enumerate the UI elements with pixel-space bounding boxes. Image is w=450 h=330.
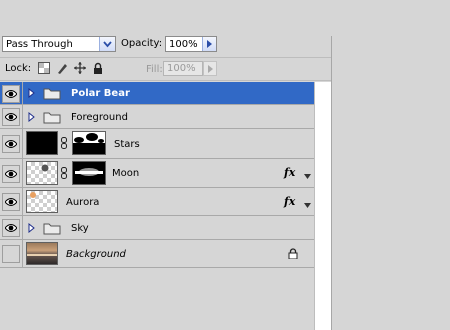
layers-list: Polar Bear Foreground Stars Moon fx Auro… — [0, 82, 331, 330]
layer-name[interactable]: Foreground — [71, 112, 128, 123]
layer-name[interactable]: Aurora — [66, 197, 99, 208]
eye-visibility-toggle[interactable] — [2, 245, 20, 263]
layer-mask-thumbnail[interactable] — [72, 131, 106, 155]
blend-mode-dropdown[interactable]: Pass Through — [2, 36, 116, 52]
lock-icon — [288, 248, 298, 262]
fx-icon[interactable]: fx — [284, 166, 295, 179]
chevron-down-icon[interactable] — [304, 171, 311, 182]
folder-icon — [43, 87, 61, 103]
opacity-value: 100% — [169, 39, 198, 50]
blend-opacity-row: Pass Through Opacity: 100% — [0, 36, 331, 55]
divider — [22, 82, 23, 104]
fill-slider-button[interactable] — [203, 61, 217, 76]
chevron-down-icon[interactable] — [99, 37, 115, 51]
folder-icon — [43, 222, 61, 238]
eye-icon[interactable] — [2, 165, 20, 183]
fx-icon[interactable]: fx — [284, 195, 295, 208]
lock-fill-row: Lock: Fill: 100% — [0, 61, 331, 79]
panel-edge — [331, 36, 332, 330]
eye-icon[interactable] — [2, 108, 20, 126]
divider — [22, 159, 23, 187]
lock-all-icon[interactable] — [92, 62, 104, 74]
divider — [0, 80, 331, 81]
eye-icon[interactable] — [2, 219, 20, 237]
divider — [22, 216, 23, 239]
lock-position-icon[interactable] — [74, 62, 86, 74]
layer-row[interactable]: Moon fx — [0, 159, 314, 188]
layer-row[interactable]: Aurora fx — [0, 188, 314, 216]
chain-link-icon[interactable] — [61, 167, 67, 182]
fill-field[interactable]: 100% — [163, 61, 203, 76]
layer-name[interactable]: Background — [66, 249, 126, 260]
opacity-slider-button[interactable] — [202, 37, 216, 51]
eye-icon[interactable] — [2, 135, 20, 153]
layer-thumbnail[interactable] — [26, 242, 58, 265]
layers-panel: Pass Through Opacity: 100% Lock: Fill: 1… — [0, 0, 331, 330]
eye-icon[interactable] — [2, 85, 20, 103]
layer-thumbnail[interactable] — [26, 190, 58, 213]
layer-thumbnail[interactable] — [26, 131, 58, 155]
opacity-field[interactable]: 100% — [165, 36, 217, 52]
layer-name[interactable]: Polar Bear — [71, 88, 130, 99]
layer-row[interactable]: Stars — [0, 129, 314, 159]
fill-label: Fill: — [146, 64, 163, 75]
lock-transparent-pixels-icon[interactable] — [38, 62, 50, 74]
layer-row[interactable]: Sky — [0, 216, 314, 240]
lock-image-pixels-icon[interactable] — [56, 62, 68, 74]
layer-row[interactable]: Foreground — [0, 105, 314, 129]
layer-row[interactable]: Background — [0, 240, 314, 268]
layer-name[interactable]: Moon — [112, 168, 139, 179]
layer-name[interactable]: Sky — [71, 223, 89, 234]
divider — [22, 129, 23, 158]
divider — [22, 188, 23, 215]
expand-triangle-icon[interactable] — [28, 222, 35, 236]
folder-icon — [43, 111, 61, 127]
blend-mode-value: Pass Through — [6, 39, 73, 50]
chevron-down-icon[interactable] — [304, 200, 311, 211]
eye-icon[interactable] — [2, 193, 20, 211]
expand-triangle-icon[interactable] — [28, 87, 35, 101]
layer-name[interactable]: Stars — [114, 139, 140, 150]
layer-thumbnail[interactable] — [26, 161, 58, 185]
layer-row[interactable]: Polar Bear — [0, 82, 314, 105]
lock-label: Lock: — [5, 63, 32, 74]
divider — [22, 240, 23, 267]
scrollbar[interactable] — [314, 82, 331, 330]
fill-value: 100% — [167, 63, 196, 74]
divider — [0, 57, 331, 58]
expand-triangle-icon[interactable] — [28, 111, 35, 125]
layer-mask-thumbnail[interactable] — [72, 161, 106, 185]
opacity-label: Opacity: — [121, 38, 163, 49]
chain-link-icon[interactable] — [61, 137, 67, 152]
divider — [22, 105, 23, 128]
